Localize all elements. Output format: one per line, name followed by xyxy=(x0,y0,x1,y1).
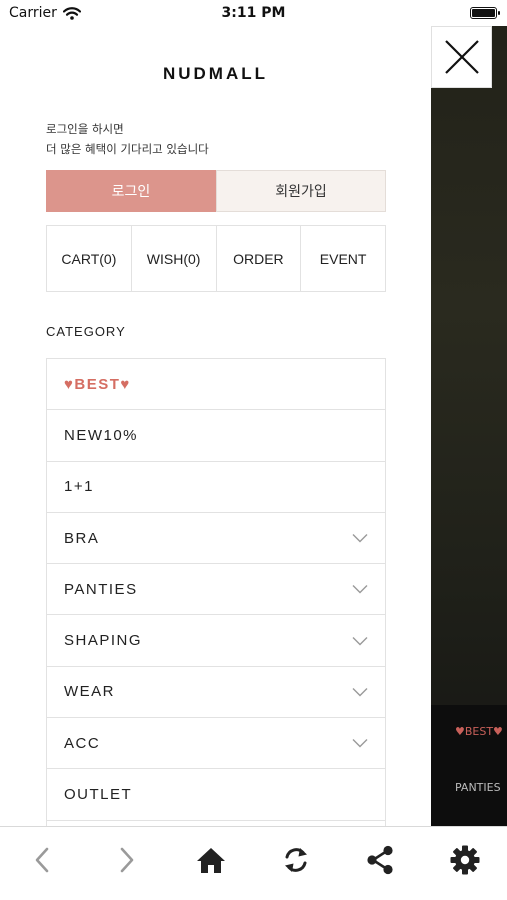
back-button[interactable] xyxy=(0,827,85,900)
status-bar: Carrier 3:11 PM xyxy=(0,0,507,26)
home-icon xyxy=(197,847,226,873)
category-item-bra[interactable]: BRA xyxy=(47,513,385,565)
wish-link[interactable]: WISH(0) xyxy=(132,226,217,291)
back-icon xyxy=(35,847,49,872)
login-button[interactable]: 로그인 xyxy=(46,170,216,212)
category-label: OUTLET xyxy=(64,786,133,804)
category-label: ACC xyxy=(64,734,101,752)
share-button[interactable] xyxy=(338,827,423,900)
refresh-button[interactable] xyxy=(254,827,339,900)
background-menu-panties: PANTIES xyxy=(455,781,501,794)
settings-button[interactable] xyxy=(423,827,507,900)
category-label: PANTIES xyxy=(64,580,138,598)
category-heading: CATEGORY xyxy=(46,324,126,339)
bottom-toolbar xyxy=(0,826,507,900)
signup-button[interactable]: 회원가입 xyxy=(216,170,386,212)
category-label: SHAPING xyxy=(64,632,143,650)
settings-icon xyxy=(450,845,480,874)
battery-icon xyxy=(470,7,500,19)
chevron-down-icon[interactable] xyxy=(352,738,368,748)
side-menu-drawer: NUDMALL 로그인을 하시면 더 많은 혜택이 기다리고 있습니다 로그인 … xyxy=(0,26,431,826)
category-item-1plus1[interactable]: 1+1 xyxy=(47,462,385,513)
order-link[interactable]: ORDER xyxy=(217,226,302,291)
login-intro-text: 로그인을 하시면 더 많은 혜택이 기다리고 있습니다 xyxy=(46,119,209,159)
category-label: ♥BEST♥ xyxy=(64,375,131,393)
background-menu-bar xyxy=(431,705,507,826)
chevron-down-icon[interactable] xyxy=(352,584,368,594)
quick-links: CART(0) WISH(0) ORDER EVENT xyxy=(46,225,386,292)
brand-logo[interactable]: NUDMALL xyxy=(0,64,431,84)
category-item-panties[interactable]: PANTIES xyxy=(47,564,385,616)
chevron-down-icon[interactable] xyxy=(352,687,368,697)
category-label: BRA xyxy=(64,529,100,547)
auth-buttons: 로그인 회원가입 xyxy=(46,170,386,212)
close-drawer-button[interactable] xyxy=(431,26,492,88)
category-item-best[interactable]: ♥BEST♥ xyxy=(47,359,385,411)
chevron-down-icon[interactable] xyxy=(352,533,368,543)
category-list: ♥BEST♥ NEW10% 1+1 BRA PANTIES SHAPING WE… xyxy=(46,358,386,826)
category-label: WEAR xyxy=(64,683,115,701)
category-label: NEW10% xyxy=(64,426,139,444)
category-item-wear[interactable]: WEAR xyxy=(47,667,385,719)
share-icon xyxy=(367,845,393,874)
category-item-acc[interactable]: ACC xyxy=(47,718,385,770)
intro-line-2: 더 많은 혜택이 기다리고 있습니다 xyxy=(46,142,209,156)
category-label: 1+1 xyxy=(64,478,94,496)
forward-button[interactable] xyxy=(85,827,170,900)
cart-link[interactable]: CART(0) xyxy=(47,226,132,291)
background-menu-best: ♥BEST♥ xyxy=(455,725,503,738)
status-time: 3:11 PM xyxy=(221,5,286,21)
intro-line-1: 로그인을 하시면 xyxy=(46,122,124,136)
refresh-icon xyxy=(284,847,307,872)
forward-icon xyxy=(120,847,134,872)
home-button[interactable] xyxy=(169,827,254,900)
chevron-down-icon[interactable] xyxy=(352,636,368,646)
category-item-new10[interactable]: NEW10% xyxy=(47,410,385,462)
close-icon xyxy=(444,40,479,74)
category-item-outlet[interactable]: OUTLET xyxy=(47,769,385,821)
event-link[interactable]: EVENT xyxy=(301,226,385,291)
category-item-shaping[interactable]: SHAPING xyxy=(47,615,385,667)
